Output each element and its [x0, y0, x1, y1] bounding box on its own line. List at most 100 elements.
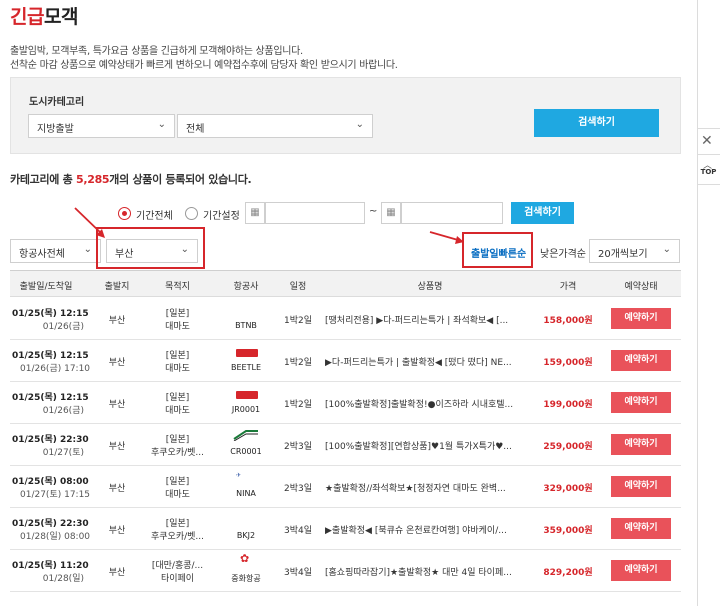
airline-name: 중화항공: [231, 574, 261, 583]
trip-duration: 2박3일: [283, 484, 312, 494]
reserve-button[interactable]: 예약하기: [611, 560, 671, 581]
product-count: 카테고리에 총 5,285개의 상품이 등록되어 있습니다.: [10, 171, 252, 187]
product-price: 329,000원: [543, 484, 593, 494]
reserve-button[interactable]: 예약하기: [611, 476, 671, 497]
destination-city: 후쿠오카/벳...: [150, 448, 204, 458]
end-date-input[interactable]: [401, 202, 503, 224]
table-row[interactable]: 01/25(목) 12:15 01/26(금) 17:10 부산 [일본] 대마도 BEE…: [10, 340, 681, 382]
destination-city: 후쿠오카/벳...: [150, 532, 204, 542]
page-size-select-value: 20개씩보기: [598, 249, 648, 260]
city-select[interactable]: 전체 ⌄: [177, 114, 373, 138]
reserve-button[interactable]: 예약하기: [611, 308, 671, 329]
column-header: 상품명: [417, 282, 443, 292]
product-price: 199,000원: [543, 400, 593, 410]
departure-city: 부산: [108, 568, 126, 578]
destination-region: [대만/홍콩/...: [151, 561, 204, 571]
product-name-link[interactable]: ★출발확정//좌석확보★[청정자연 대마도 완벽...: [325, 481, 535, 494]
destination-region: [일본]: [165, 435, 190, 445]
chevron-down-icon: ⌄: [157, 119, 166, 130]
page-title-rest: 모객: [43, 6, 78, 28]
page-title-accent: 긴급: [10, 6, 44, 28]
column-header: 가격: [559, 282, 577, 292]
table-row[interactable]: 01/25(목) 22:30 01/27(토) 부산 [일본] 후쿠오카/벳... CR0…: [10, 424, 681, 466]
close-icon[interactable]: ✕: [701, 133, 713, 149]
sort-price-low[interactable]: 낮은가격순: [540, 245, 586, 260]
annotation-arrow-icon: [74, 207, 105, 238]
product-name-link[interactable]: ▶출발확정◀ [북큐슈 온천료칸여행] 야바케이/...: [325, 523, 535, 536]
airline-name: NINA: [236, 489, 256, 498]
destination-city: 대마도: [165, 406, 190, 416]
destination-region: [일본]: [165, 393, 190, 403]
reserve-button[interactable]: 예약하기: [611, 434, 671, 455]
airline-name: BKJ2: [236, 531, 256, 540]
product-name-link[interactable]: [홈쇼핑따라잡기]★출발확정★ 대만 4일 타이페...: [325, 565, 535, 578]
departure-city: 부산: [108, 400, 126, 410]
product-price: 359,000원: [543, 526, 593, 536]
departure-datetime: 01/25(목) 11:20: [12, 561, 89, 571]
product-name-link[interactable]: [땡처리전용] ▶다-퍼드리는특가 | 좌석확보◀ [...: [325, 313, 535, 326]
destination-region: [일본]: [165, 519, 190, 529]
divider: [697, 154, 720, 155]
calendar-icon[interactable]: ▦: [381, 202, 401, 224]
table-row[interactable]: 01/25(목) 12:15 01/26(금) 부산 [일본] 대마도 JR0001 1박2…: [10, 382, 681, 424]
table-row[interactable]: 01/25(목) 08:00 01/27(토) 17:15 부산 [일본] 대마도 ✈ NI…: [10, 466, 681, 508]
calendar-icon[interactable]: ▦: [245, 202, 265, 224]
product-name-link[interactable]: [100%출발확정]출발확정!●이즈하라 시내호텔...: [325, 397, 535, 410]
highlight-box: [96, 227, 205, 269]
table-row[interactable]: 01/25(목) 11:20 01/28(일) 부산 [대만/홍콩/... 타이페이 ✿ 중…: [10, 550, 681, 592]
chevron-down-icon: ⌄: [83, 244, 92, 255]
destination-region: [일본]: [165, 351, 190, 361]
airline-logo-icon: [233, 430, 258, 441]
departure-city: 부산: [108, 442, 126, 452]
table-header: 출발일/도착일 출발지 목적지 항공사 일정 상품명 가격 예약상태: [10, 270, 681, 297]
departure-datetime: 01/25(목) 22:30: [12, 519, 89, 529]
product-name-link[interactable]: ▶다-퍼드리는특가 | 출발확정◀ [떴다 떴다] NE...: [325, 355, 535, 368]
arrival-datetime: 01/26(금): [42, 406, 84, 416]
city-select-value: 전체: [186, 124, 205, 135]
date-search-button[interactable]: 검색하기: [511, 202, 574, 224]
page-title: 긴급모객: [10, 2, 78, 29]
destination-city: 대마도: [165, 322, 190, 332]
arrival-datetime: 01/27(토): [42, 448, 84, 458]
start-date-input[interactable]: [265, 202, 365, 224]
airline-select[interactable]: 항공사전체 ⌄: [10, 239, 101, 263]
count-prefix: 카테고리에 총: [10, 173, 76, 186]
trip-duration: 1박2일: [283, 400, 312, 410]
reserve-button[interactable]: 예약하기: [611, 350, 671, 371]
count-suffix: 개의 상품이 등록되어 있습니다.: [109, 173, 252, 186]
arrival-datetime: 01/26(금) 17:10: [20, 364, 91, 374]
destination-city: 대마도: [165, 364, 190, 374]
trip-duration: 2박3일: [283, 442, 312, 452]
trip-duration: 3박4일: [283, 568, 312, 578]
scroll-top-button[interactable]: TOP: [697, 168, 720, 176]
radio-period-all[interactable]: [118, 207, 131, 220]
region-select-value: 지방출발: [37, 124, 74, 135]
arrival-datetime: 01/28(일): [42, 574, 84, 584]
column-header: 예약상태: [624, 282, 658, 292]
departure-datetime: 01/25(목) 12:15: [12, 393, 89, 403]
region-select[interactable]: 지방출발 ⌄: [28, 114, 175, 138]
category-label: 도시카테고리: [29, 97, 85, 108]
departure-city: 부산: [108, 358, 126, 368]
column-header: 목적지: [165, 282, 190, 292]
table-row[interactable]: 01/25(목) 12:15 01/26(금) 부산 [일본] 대마도 BTNB 1박2일 […: [10, 298, 681, 340]
radio-period-set[interactable]: [185, 207, 198, 220]
product-name-link[interactable]: [100%출발확정][연합상품]♥1월 특가X특가♥...: [325, 439, 535, 452]
reserve-button[interactable]: 예약하기: [611, 392, 671, 413]
divider: [697, 184, 720, 185]
departure-city: 부산: [108, 316, 126, 326]
column-header: 출발지: [104, 282, 130, 292]
airline-name: BEETLE: [231, 363, 261, 372]
product-price: 259,000원: [543, 442, 593, 452]
airline-name: BTNB: [235, 321, 257, 330]
airline-logo-icon: [236, 391, 258, 399]
arrival-datetime: 01/28(일) 08:00: [20, 532, 91, 542]
trip-duration: 1박2일: [283, 316, 312, 326]
product-price: 158,000원: [543, 316, 593, 326]
page-size-select[interactable]: 20개씩보기 ⌄: [589, 239, 680, 263]
reserve-button[interactable]: 예약하기: [611, 518, 671, 539]
category-search-button[interactable]: 검색하기: [534, 109, 659, 137]
departure-datetime: 01/25(목) 12:15: [12, 309, 89, 319]
description-line-2: 선착순 마감 상품으로 예약상태가 빠르게 변하오니 예약접수후에 담당자 확인…: [10, 60, 398, 71]
table-row[interactable]: 01/25(목) 22:30 01/28(일) 08:00 부산 [일본] 후쿠오카/벳…: [10, 508, 681, 550]
